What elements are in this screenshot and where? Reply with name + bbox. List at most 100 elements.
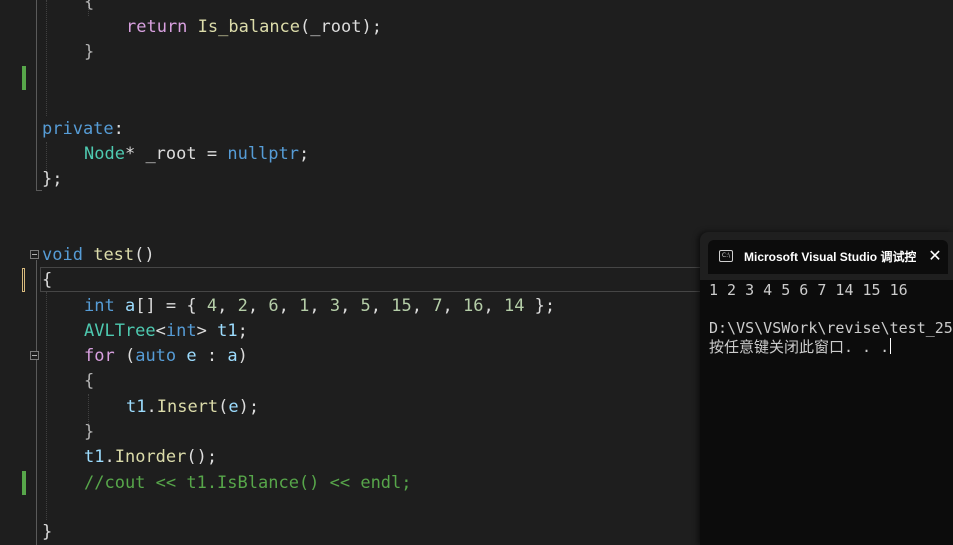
- code-token: >: [196, 321, 218, 341]
- code-token: ;: [299, 144, 310, 164]
- indent-guide: [46, 0, 47, 116]
- code-token: e: [186, 346, 197, 366]
- code-token: );: [238, 397, 260, 417]
- code-token: for: [84, 346, 115, 366]
- code-line: };: [42, 167, 62, 192]
- code-line: }: [84, 420, 94, 445]
- outline-line: [36, 260, 37, 545]
- code-token: {: [84, 0, 95, 12]
- code-token: };: [42, 169, 63, 189]
- code-line: void test(): [42, 243, 155, 268]
- code-token: 5: [360, 296, 371, 316]
- code-line: {: [42, 268, 52, 293]
- console-prompt-text: 按任意键关闭此窗口. . .: [709, 338, 890, 356]
- code-token: (: [114, 346, 136, 366]
- code-token: );: [361, 17, 382, 37]
- debug-console-window[interactable]: C:\ Microsoft Visual Studio 调试控制台 ✕ 1 2 …: [700, 232, 953, 545]
- console-prompt-line: 按任意键关闭此窗口. . .: [709, 338, 892, 357]
- collapse-toggle-icon[interactable]: [30, 351, 39, 360]
- code-token: *: [124, 144, 146, 164]
- outline-line: [36, 0, 37, 190]
- code-token: :: [196, 346, 228, 366]
- code-token: =: [196, 144, 228, 164]
- code-token: ,: [309, 296, 330, 316]
- code-comment: //cout << t1.IsBlance() << endl;: [84, 473, 412, 493]
- code-token: 3: [329, 296, 341, 316]
- code-line: private:: [42, 117, 124, 142]
- code-token: };: [524, 296, 556, 316]
- code-token: nullptr: [227, 144, 299, 164]
- collapse-toggle-icon[interactable]: [30, 250, 39, 259]
- code-line: AVLTree<int> t1;: [84, 319, 248, 344]
- code-token: }: [84, 422, 95, 442]
- code-token: Inorder: [114, 447, 187, 467]
- indent-guide: [46, 292, 47, 520]
- code-token: t1: [217, 321, 238, 341]
- code-token: 4: [206, 296, 218, 316]
- code-token: 1: [299, 296, 310, 316]
- code-token: [] = {: [135, 296, 207, 316]
- code-token: auto: [135, 346, 177, 366]
- code-token: ): [237, 346, 248, 366]
- code-token: e: [228, 397, 239, 417]
- code-token: (: [300, 17, 311, 37]
- saved-change-marker: [22, 471, 26, 495]
- code-token: ,: [340, 296, 361, 316]
- code-token: AVLTree: [84, 321, 156, 341]
- code-token: :: [113, 119, 124, 139]
- code-token: ;: [237, 321, 248, 341]
- code-token: 14: [503, 296, 525, 316]
- code-line: {: [84, 0, 94, 15]
- code-token: ,: [442, 296, 463, 316]
- code-token: <: [155, 321, 166, 341]
- code-token: Insert: [156, 397, 219, 417]
- code-token: ,: [247, 296, 269, 316]
- code-token: }: [84, 42, 95, 62]
- code-token: a: [227, 346, 238, 366]
- code-line: return Is_balance(_root);: [126, 15, 382, 40]
- code-line: //cout << t1.IsBlance() << endl;: [84, 471, 412, 496]
- code-token: Is_balance: [197, 17, 301, 37]
- console-tab-title: Microsoft Visual Studio 调试控制台: [744, 250, 916, 264]
- code-token: _root: [145, 144, 197, 164]
- code-token: {: [42, 270, 53, 290]
- code-token: void: [42, 245, 83, 265]
- code-token: private: [42, 119, 114, 139]
- code-token: ,: [278, 296, 300, 316]
- code-token: test: [93, 245, 135, 265]
- code-token: int: [84, 296, 115, 316]
- code-token: ,: [411, 296, 433, 316]
- code-token: ,: [370, 296, 392, 316]
- close-icon[interactable]: ✕: [926, 247, 944, 265]
- code-token: 2: [237, 296, 248, 316]
- console-titlebar[interactable]: C:\ Microsoft Visual Studio 调试控制台 ✕: [700, 232, 953, 280]
- code-token: ,: [217, 296, 238, 316]
- code-line: Node* _root = nullptr;: [84, 142, 309, 167]
- console-output-line: 1 2 3 4 5 6 7 14 15 16: [709, 281, 908, 299]
- console-tab[interactable]: C:\ Microsoft Visual Studio 调试控制台 ✕: [708, 240, 948, 274]
- code-line: t1.Insert(e);: [126, 395, 259, 420]
- code-token: {: [84, 371, 95, 391]
- code-token: _root: [310, 17, 362, 37]
- code-line: for (auto e : a): [84, 344, 248, 369]
- code-token: 16: [462, 296, 484, 316]
- code-token: }: [42, 522, 53, 542]
- code-token: return: [126, 17, 188, 37]
- terminal-icon: C:\: [719, 250, 733, 262]
- text-cursor: [890, 338, 892, 354]
- code-token: t1: [126, 397, 147, 417]
- code-token: .: [146, 397, 157, 417]
- code-line: }: [84, 40, 94, 65]
- code-token: t1: [84, 447, 105, 467]
- saved-change-marker: [22, 66, 26, 90]
- code-token: (: [218, 397, 229, 417]
- code-token: (): [134, 245, 155, 265]
- code-token: .: [104, 447, 115, 467]
- code-token: Node: [84, 144, 125, 164]
- code-token: 15: [391, 296, 412, 316]
- code-line: int a[] = { 4, 2, 6, 1, 3, 5, 15, 7, 16,…: [84, 294, 555, 319]
